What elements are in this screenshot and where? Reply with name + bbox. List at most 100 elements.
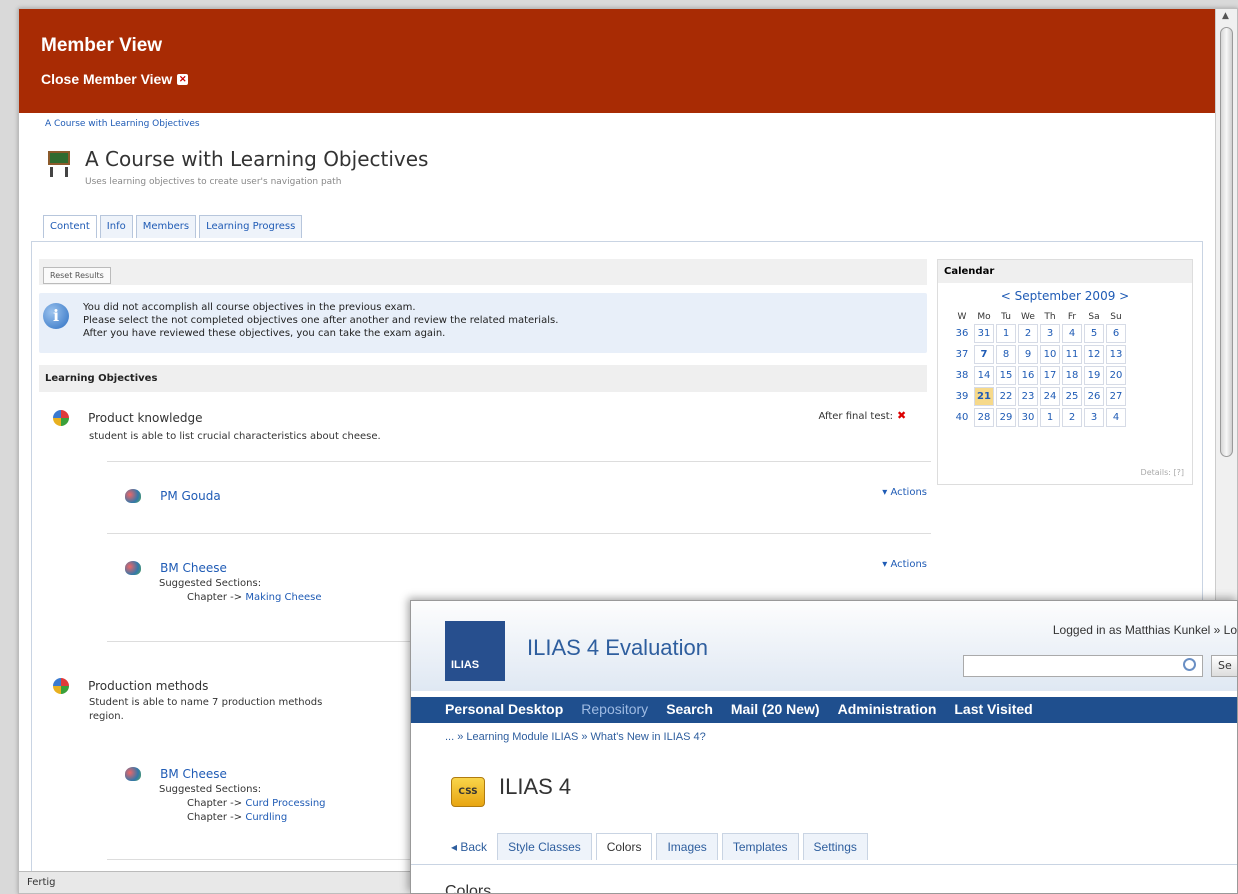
objective-icon (53, 677, 69, 694)
chapter-link[interactable]: Curdling (245, 812, 287, 823)
calendar-day[interactable]: 23 (1018, 387, 1038, 406)
breadcrumb[interactable]: ... » Learning Module ILIAS » What's New… (445, 731, 706, 743)
tab-colors[interactable]: Colors (595, 833, 653, 860)
calendar-weekday: Mo (977, 312, 991, 322)
calendar-day[interactable]: 4 (1106, 408, 1126, 427)
menu-personal-desktop[interactable]: Personal Desktop (445, 701, 563, 719)
search-button[interactable]: Se (1211, 655, 1237, 677)
calendar-day[interactable]: 1 (996, 324, 1016, 343)
tab-info[interactable]: Info (99, 215, 133, 238)
calendar-day[interactable]: 7 (974, 345, 994, 364)
actions-dropdown[interactable]: ▾ Actions (882, 559, 927, 570)
calendar-day[interactable]: 2 (1062, 408, 1082, 427)
calendar-week-number[interactable]: 40 (952, 408, 972, 427)
learning-module-link[interactable]: BM Cheese (160, 561, 227, 575)
calendar-day[interactable]: 17 (1040, 366, 1060, 385)
scroll-thumb[interactable] (1220, 27, 1233, 457)
breadcrumb[interactable]: A Course with Learning Objectives (45, 119, 200, 129)
calendar-day[interactable]: 16 (1018, 366, 1038, 385)
calendar-day[interactable]: 31 (974, 324, 994, 343)
calendar-day[interactable]: 29 (996, 408, 1016, 427)
status-text: Fertig (27, 877, 56, 888)
scroll-up-icon[interactable]: ▲ (1222, 11, 1229, 21)
calendar-day[interactable]: 14 (974, 366, 994, 385)
calendar-day[interactable]: 11 (1062, 345, 1082, 364)
menu-administration[interactable]: Administration (838, 701, 937, 719)
menu-mail[interactable]: Mail (20 New) (731, 701, 820, 719)
tab-settings[interactable]: Settings (802, 833, 868, 860)
calendar-day[interactable]: 25 (1062, 387, 1082, 406)
actions-dropdown[interactable]: ▾ Actions (882, 487, 927, 498)
page-title: ILIAS 4 (499, 774, 572, 799)
back-link[interactable]: ◂ Back (445, 834, 493, 860)
calendar-day[interactable]: 3 (1084, 408, 1104, 427)
calendar-day[interactable]: 27 (1106, 387, 1126, 406)
calendar-day[interactable]: 15 (996, 366, 1016, 385)
learning-module-link[interactable]: PM Gouda (160, 489, 221, 503)
calendar-week-number[interactable]: 39 (952, 387, 972, 406)
search-input[interactable] (963, 655, 1203, 677)
calendar-day[interactable]: 18 (1062, 366, 1082, 385)
calendar-day[interactable]: 12 (1084, 345, 1104, 364)
calendar-weekday: Su (1110, 312, 1122, 322)
calendar-day[interactable]: 3 (1040, 324, 1060, 343)
close-member-view-link[interactable]: Close Member View ✕ (41, 71, 1195, 87)
menu-last-visited[interactable]: Last Visited (954, 701, 1032, 719)
reset-results-button[interactable]: Reset Results (43, 267, 111, 284)
calendar-day[interactable]: 20 (1106, 366, 1126, 385)
close-member-view-label: Close Member View (41, 71, 173, 87)
objective-title: Product knowledge (88, 411, 203, 425)
tab-content[interactable]: Content (43, 215, 97, 238)
calendar-day[interactable]: 4 (1062, 324, 1082, 343)
actions-label: Actions (890, 559, 927, 570)
calendar-day[interactable]: 28 (974, 408, 994, 427)
calendar-grid: W Mo Tu We Th Fr Sa Su 36 31 1 2 3 4 5 6 37 7 8 9 10 11 12 13 3… (950, 310, 1128, 429)
chapter-prefix: Chapter -> (187, 592, 243, 603)
learning-module-link[interactable]: BM Cheese (160, 767, 227, 781)
ilias-header: ILIAS ILIAS 4 Evaluation Logged in as Ma… (411, 601, 1237, 691)
calendar-day[interactable]: 19 (1084, 366, 1104, 385)
calendar-day[interactable]: 22 (996, 387, 1016, 406)
tab-learning-progress[interactable]: Learning Progress (199, 215, 303, 238)
calendar-week-number[interactable]: 36 (952, 324, 972, 343)
calendar-day[interactable]: 10 (1040, 345, 1060, 364)
ilias-logo[interactable]: ILIAS (445, 621, 505, 681)
calendar-day[interactable]: 5 (1084, 324, 1104, 343)
tab-images[interactable]: Images (656, 833, 718, 860)
failed-icon: ✖ (897, 409, 907, 422)
calendar-day[interactable]: 21 (974, 387, 994, 406)
calendar-week-number[interactable]: 38 (952, 366, 972, 385)
learning-module-icon (125, 766, 141, 781)
menu-search[interactable]: Search (666, 701, 713, 719)
chapter-link[interactable]: Making Cheese (245, 592, 321, 603)
actions-label: Actions (890, 487, 927, 498)
calendar-day[interactable]: 24 (1040, 387, 1060, 406)
calendar-week-number[interactable]: 37 (952, 345, 972, 364)
info-message: i You did not accomplish all course obje… (39, 293, 927, 353)
menu-repository[interactable]: Repository (581, 701, 648, 719)
calendar-week: 39 21 22 23 24 25 26 27 (952, 387, 1126, 406)
calendar-day[interactable]: 9 (1018, 345, 1038, 364)
search-icon[interactable] (1183, 658, 1196, 671)
calendar-details[interactable]: Details: [?] (1141, 468, 1184, 477)
calendar-day[interactable]: 1 (1040, 408, 1060, 427)
tab-members[interactable]: Members (135, 215, 197, 238)
calendar-day[interactable]: 26 (1084, 387, 1104, 406)
tab-templates[interactable]: Templates (721, 833, 799, 860)
calendar-day[interactable]: 8 (996, 345, 1016, 364)
item-header: CSS ILIAS 4 (451, 767, 571, 807)
calendar-month-nav[interactable]: < September 2009 > (938, 289, 1192, 303)
calendar-day[interactable]: 13 (1106, 345, 1126, 364)
suggested-sections: Suggested Sections: Chapter -> Curd Proc… (159, 783, 326, 825)
learning-module-icon (125, 488, 141, 503)
tab-style-classes[interactable]: Style Classes (497, 833, 592, 860)
objective-description: student is able to list crucial characte… (89, 431, 381, 442)
calendar-day[interactable]: 30 (1018, 408, 1038, 427)
style-tabs: ◂ Back Style Classes Colors Images Templ… (445, 833, 868, 860)
calendar-week: 40 28 29 30 1 2 3 4 (952, 408, 1126, 427)
chapter-link[interactable]: Curd Processing (245, 798, 325, 809)
calendar-day[interactable]: 2 (1018, 324, 1038, 343)
calendar-block: Calendar < September 2009 > W Mo Tu We Th Fr S… (937, 259, 1193, 485)
after-final-test: After final test: ✖ (819, 409, 908, 422)
calendar-day[interactable]: 6 (1106, 324, 1126, 343)
